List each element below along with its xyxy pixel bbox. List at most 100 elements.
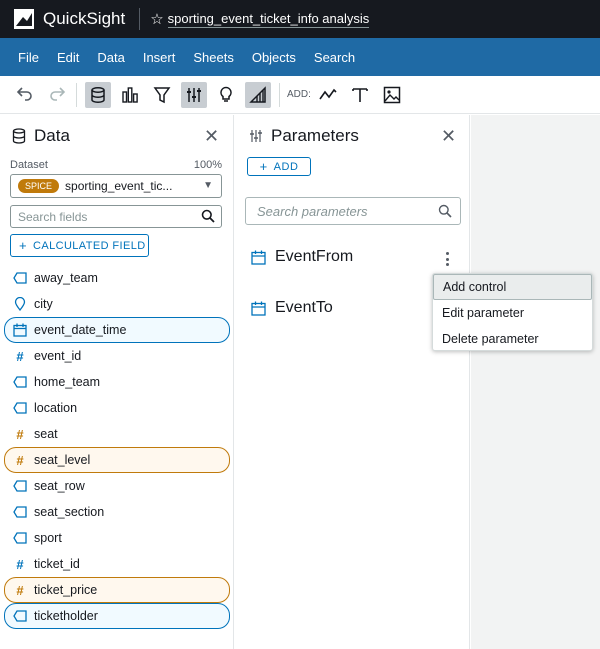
- data-panel: Data ✕ Dataset 100% SPICE sporting_event…: [0, 115, 234, 649]
- menu-item-delete-parameter[interactable]: Delete parameter: [433, 326, 592, 352]
- field-item-away-team[interactable]: away_team: [4, 265, 230, 291]
- field-item-seat-row[interactable]: seat_row: [4, 473, 230, 499]
- analysis-canvas[interactable]: [471, 115, 600, 649]
- ml-insights-icon[interactable]: [245, 81, 271, 108]
- insights-icon[interactable]: [213, 82, 239, 108]
- parameter-item-eventfrom[interactable]: EventFrom: [251, 248, 353, 266]
- number-measure-icon: #: [16, 582, 24, 598]
- menu-bar: File Edit Data Insert Sheets Objects Sea…: [0, 38, 600, 76]
- search-icon[interactable]: [438, 204, 452, 218]
- dataset-label: Dataset: [10, 159, 48, 171]
- field-item-ticketholder[interactable]: ticketholder: [4, 603, 230, 629]
- parameter-item-eventto[interactable]: EventTo: [251, 299, 333, 317]
- field-label: ticket_price: [34, 583, 98, 597]
- redo-icon[interactable]: [44, 82, 70, 108]
- parameter-name: EventFrom: [275, 248, 354, 265]
- location-pin-icon: [13, 297, 27, 311]
- field-item-home-team[interactable]: home_team: [4, 369, 230, 395]
- field-label: seat_level: [34, 453, 91, 467]
- analysis-title[interactable]: sporting_event_ticket_info analysis: [167, 11, 370, 28]
- field-label: event_date_time: [34, 323, 127, 337]
- number-dimension-icon: #: [16, 556, 24, 572]
- parameters-panel-header: Parameters: [235, 115, 469, 157]
- menu-data[interactable]: Data: [79, 50, 124, 65]
- field-item-event-date-time[interactable]: event_date_time: [4, 317, 230, 343]
- field-label: ticketholder: [34, 609, 98, 623]
- dataset-name: sporting_event_tic...: [65, 179, 173, 193]
- parameters-icon: [250, 130, 262, 142]
- calculated-field-label: CALCULATED FIELD: [33, 239, 146, 252]
- add-text-icon[interactable]: [347, 82, 373, 108]
- string-field-icon: [13, 609, 27, 623]
- search-parameters-input[interactable]: [246, 198, 426, 224]
- field-item-seat-section[interactable]: seat_section: [4, 499, 230, 525]
- parameter-context-menu: Add control Edit parameter Delete parame…: [432, 273, 593, 351]
- field-item-location[interactable]: location: [4, 395, 230, 421]
- add-parameter-label: ADD: [273, 160, 299, 173]
- title-divider: [139, 8, 141, 30]
- string-field-icon: [13, 375, 27, 389]
- number-measure-icon: #: [16, 426, 24, 442]
- undo-icon[interactable]: [12, 82, 38, 108]
- database-icon: [12, 128, 26, 144]
- plus-icon: +: [259, 159, 268, 174]
- menu-insert[interactable]: Insert: [125, 50, 176, 65]
- plus-icon: +: [19, 238, 27, 253]
- field-label: away_team: [34, 271, 98, 285]
- field-item-ticket-id[interactable]: # ticket_id: [4, 551, 230, 577]
- star-icon[interactable]: ☆: [150, 10, 163, 28]
- data-panel-title: Data: [34, 126, 70, 145]
- field-label: home_team: [34, 375, 101, 389]
- dataset-select[interactable]: SPICE sporting_event_tic... ▼: [10, 174, 222, 198]
- field-list: away_teamcity event_date_time # event_idhom…: [4, 265, 230, 629]
- search-icon[interactable]: [201, 209, 215, 223]
- menu-file[interactable]: File: [0, 50, 39, 65]
- search-fields-input[interactable]: [11, 206, 181, 227]
- field-item-sport[interactable]: sport: [4, 525, 230, 551]
- menu-sheets[interactable]: Sheets: [175, 50, 233, 65]
- spice-badge: SPICE: [18, 179, 60, 193]
- toolbar: ADD:: [0, 76, 600, 114]
- number-measure-icon: #: [16, 452, 24, 468]
- add-parameter-button[interactable]: + ADD: [247, 157, 311, 176]
- parameters-panel-title: Parameters: [271, 126, 359, 145]
- parameters-icon[interactable]: [181, 81, 207, 108]
- field-label: event_id: [34, 349, 82, 363]
- caret-down-icon: ▼: [203, 180, 213, 191]
- toolbar-divider: [76, 82, 77, 107]
- data-icon[interactable]: [85, 81, 111, 108]
- field-item-seat-level[interactable]: # seat_level: [4, 447, 230, 473]
- menu-item-add-control[interactable]: Add control: [433, 274, 592, 300]
- add-calculated-field-button[interactable]: + CALCULATED FIELD: [10, 234, 149, 257]
- menu-edit[interactable]: Edit: [39, 50, 79, 65]
- quicksight-logo-icon[interactable]: [14, 9, 34, 29]
- string-field-icon: [13, 401, 27, 415]
- field-label: seat_row: [34, 479, 85, 493]
- toolbar-divider: [279, 82, 280, 107]
- field-item-ticket-price[interactable]: # ticket_price: [4, 577, 230, 603]
- close-icon[interactable]: ✕: [204, 126, 219, 147]
- more-options-icon[interactable]: [440, 250, 454, 268]
- menu-objects[interactable]: Objects: [234, 50, 296, 65]
- calendar-icon: [13, 323, 27, 337]
- calendar-icon: [251, 250, 266, 265]
- title-bar: QuickSight ☆ sporting_event_ticket_info …: [0, 0, 600, 38]
- field-label: ticket_id: [34, 557, 80, 571]
- field-item-seat[interactable]: # seat: [4, 421, 230, 447]
- field-item-city[interactable]: city: [4, 291, 230, 317]
- field-item-event-id[interactable]: # event_id: [4, 343, 230, 369]
- dataset-percent: 100%: [193, 159, 222, 171]
- close-icon[interactable]: ✕: [441, 126, 456, 147]
- number-dimension-icon: #: [16, 348, 24, 364]
- string-field-icon: [13, 271, 27, 285]
- add-image-icon[interactable]: [379, 82, 405, 108]
- search-parameters: [245, 197, 461, 225]
- field-label: sport: [34, 531, 62, 545]
- visualize-icon[interactable]: [117, 82, 143, 108]
- filter-icon[interactable]: [149, 82, 175, 108]
- add-line-chart-icon[interactable]: [315, 82, 341, 108]
- search-fields: [10, 205, 222, 228]
- menu-item-edit-parameter[interactable]: Edit parameter: [433, 300, 592, 326]
- data-panel-header: Data: [0, 115, 233, 157]
- menu-search[interactable]: Search: [296, 50, 355, 65]
